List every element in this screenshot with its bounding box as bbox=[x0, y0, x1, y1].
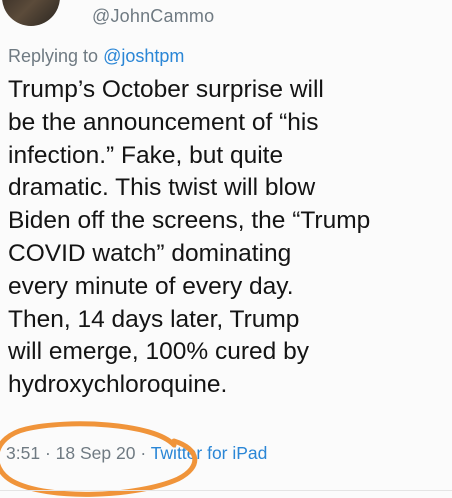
meta-separator: · bbox=[140, 443, 147, 463]
divider bbox=[0, 490, 452, 491]
tweet-text-line: Then, 14 days later, Trump bbox=[8, 305, 300, 333]
tweet-text-line: Trump’s October surprise will bbox=[8, 76, 324, 103]
tweet-text-line: Biden off the screens, the “Trump bbox=[8, 207, 371, 235]
tweet-text-line: dramatic. This twist will blow bbox=[8, 174, 316, 202]
meta-separator: · bbox=[44, 443, 51, 463]
tweet-time[interactable]: 3:51 bbox=[6, 443, 40, 463]
tweet-text-line: COVID watch” dominating bbox=[8, 239, 292, 267]
replying-to-mention-link[interactable]: @joshtpm bbox=[103, 46, 184, 66]
replying-to-line: Replying to @joshtpm bbox=[8, 46, 184, 67]
tweet-date[interactable]: 18 Sep 20 bbox=[56, 443, 136, 463]
tweet-text-line: hydroxychloroquine. bbox=[8, 371, 228, 399]
tweet-text-line: every minute of every day. bbox=[8, 272, 294, 300]
tweet-text-line: infection.” Fake, but quite bbox=[8, 141, 284, 169]
tweet-text-line: will emerge, 100% cured by bbox=[8, 338, 309, 366]
tweet-meta: 3:51 · 18 Sep 20 · Twitter for iPad bbox=[6, 443, 267, 464]
user-handle[interactable]: @JohnCammo bbox=[92, 6, 214, 27]
tweet-text: Trump’s October surprise will be the ann… bbox=[8, 74, 448, 402]
tweet-text-line: be the announcement of “his bbox=[8, 108, 319, 136]
replying-to-label: Replying to bbox=[8, 46, 99, 66]
tweet-screenshot: @JohnCammo Replying to @joshtpm Trump’s … bbox=[0, 0, 452, 498]
tweet-source-link[interactable]: Twitter for iPad bbox=[151, 443, 268, 463]
avatar[interactable] bbox=[2, 0, 60, 26]
